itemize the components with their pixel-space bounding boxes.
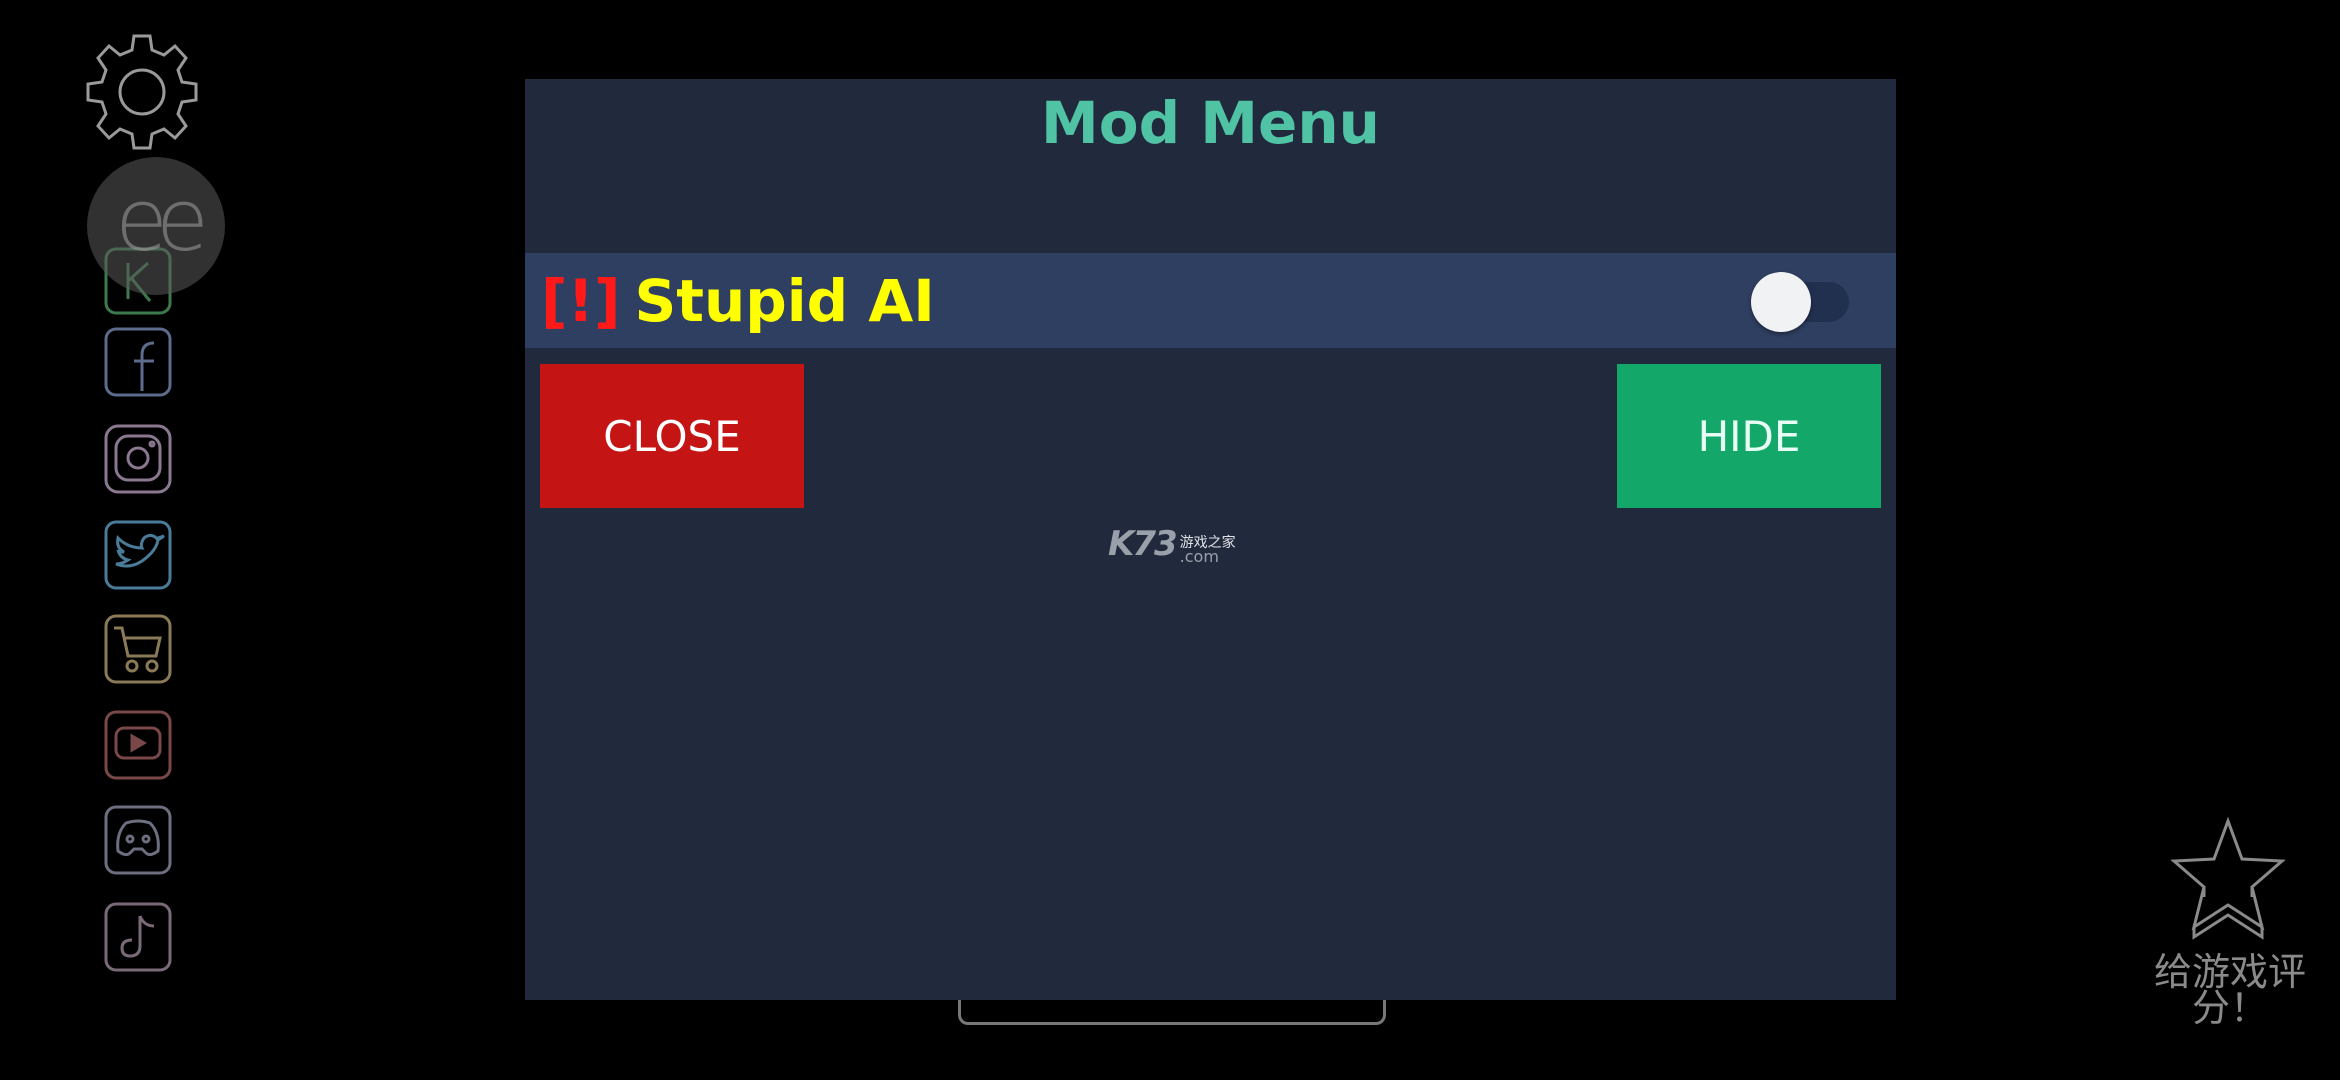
star-icon [2170, 816, 2286, 940]
rate-game-button[interactable]: 给游戏评 分！ [2140, 815, 2320, 1030]
overlay-ee-bubble[interactable]: ee [87, 157, 225, 295]
rate-text-line2: 分！ [2191, 986, 2268, 1030]
discord-icon[interactable] [102, 803, 174, 881]
feature-label: Stupid AI [634, 267, 935, 335]
close-button[interactable]: CLOSE [540, 364, 804, 508]
twitter-icon[interactable] [102, 518, 174, 596]
ee-logo-icon: ee [115, 171, 209, 271]
watermark-domain: .com [1179, 547, 1219, 566]
instagram-icon[interactable] [102, 422, 174, 500]
youtube-icon[interactable] [102, 708, 174, 786]
hide-button[interactable]: HIDE [1617, 364, 1881, 508]
facebook-icon[interactable] [102, 325, 174, 403]
tiktok-icon[interactable] [102, 900, 174, 978]
watermark-brand: K73 [1108, 524, 1178, 564]
rate-text-line1: 给游戏评 [2153, 950, 2306, 994]
stupid-ai-toggle[interactable] [1751, 270, 1849, 332]
shop-cart-icon[interactable] [102, 612, 174, 690]
toggle-knob [1751, 272, 1811, 332]
warning-tag: [!] [541, 267, 621, 335]
mod-menu-panel: Mod Menu [!] Stupid AI CLOSE HIDE K73 游戏之… [525, 79, 1896, 1000]
settings-gear-icon[interactable] [82, 28, 202, 156]
feature-row-stupid-ai: [!] Stupid AI [525, 253, 1896, 348]
k73-watermark: K73 游戏之家 .com [1108, 524, 1236, 566]
mod-menu-title: Mod Menu [1041, 89, 1380, 157]
